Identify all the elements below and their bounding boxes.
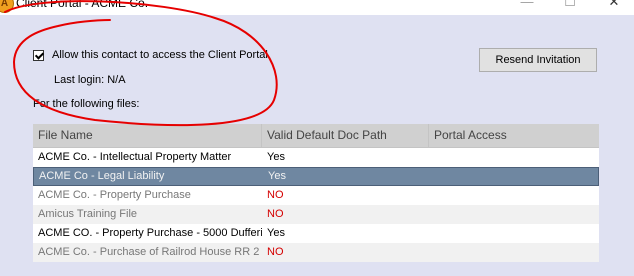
files-label: For the following files: — [33, 98, 140, 110]
table-row[interactable]: ACME Co. - Purchase of Railrod House RR … — [33, 243, 599, 262]
column-header-file-name[interactable]: File Name — [33, 124, 262, 147]
valid-doc-path-cell: Yes — [267, 227, 285, 239]
last-login-text: Last login: N/A — [54, 74, 126, 86]
title-bar: A Client Portal - ACME Co. — ☐ ✕ — [0, 0, 634, 15]
column-header-portal-access[interactable]: Portal Access — [429, 124, 599, 147]
file-name-cell: Amicus Training File — [38, 208, 138, 220]
table-row[interactable]: ACME Co. - Property Purchase NO — [33, 186, 599, 205]
valid-doc-path-cell: Yes — [268, 170, 286, 182]
valid-doc-path-cell: NO — [267, 246, 284, 258]
portal-access-cell — [429, 148, 599, 167]
grid-body: ACME Co. - Intellectual Property Matter Y… — [33, 148, 599, 262]
portal-access-cell — [429, 186, 599, 205]
table-row[interactable]: ACME Co - Legal Liability Yes — [33, 167, 599, 186]
portal-access-cell — [429, 205, 599, 224]
file-name-cell: ACME Co. - Property Purchase — [38, 189, 191, 201]
file-name-cell: ACME Co. - Purchase of Railrod House RR … — [38, 246, 260, 258]
file-name-cell: ACME CO. - Property Purchase - 5000 Duff… — [38, 227, 262, 239]
allow-access-checkbox[interactable] — [33, 49, 44, 61]
file-name-cell: ACME Co - Legal Liability — [39, 170, 165, 182]
files-grid: File Name Valid Default Doc Path Portal … — [33, 124, 599, 262]
maximize-button[interactable]: ☐ — [560, 0, 580, 9]
resend-invitation-button[interactable]: Resend Invitation — [479, 48, 597, 72]
valid-doc-path-cell: NO — [267, 189, 284, 201]
minimize-button[interactable]: — — [517, 0, 537, 9]
table-row[interactable]: Amicus Training File NO — [33, 205, 599, 224]
table-row[interactable]: ACME CO. - Property Purchase - 5000 Duff… — [33, 224, 599, 243]
allow-access-row[interactable]: Allow this contact to access the Client … — [33, 49, 268, 63]
window-title: Client Portal - ACME Co. — [16, 0, 149, 10]
valid-doc-path-cell: Yes — [267, 151, 285, 163]
valid-doc-path-cell: NO — [267, 208, 284, 220]
portal-access-cell — [429, 243, 599, 262]
file-name-cell: ACME Co. - Intellectual Property Matter — [38, 151, 232, 163]
grid-header: File Name Valid Default Doc Path Portal … — [33, 124, 599, 148]
column-header-valid-doc-path[interactable]: Valid Default Doc Path — [262, 124, 429, 147]
amicus-app-icon[interactable]: A — [0, 0, 14, 13]
portal-access-cell — [429, 224, 599, 243]
close-button[interactable]: ✕ — [604, 0, 624, 9]
portal-access-cell — [430, 167, 600, 186]
table-row[interactable]: ACME Co. - Intellectual Property Matter Y… — [33, 148, 599, 167]
allow-access-label[interactable]: Allow this contact to access the Client … — [52, 49, 268, 61]
